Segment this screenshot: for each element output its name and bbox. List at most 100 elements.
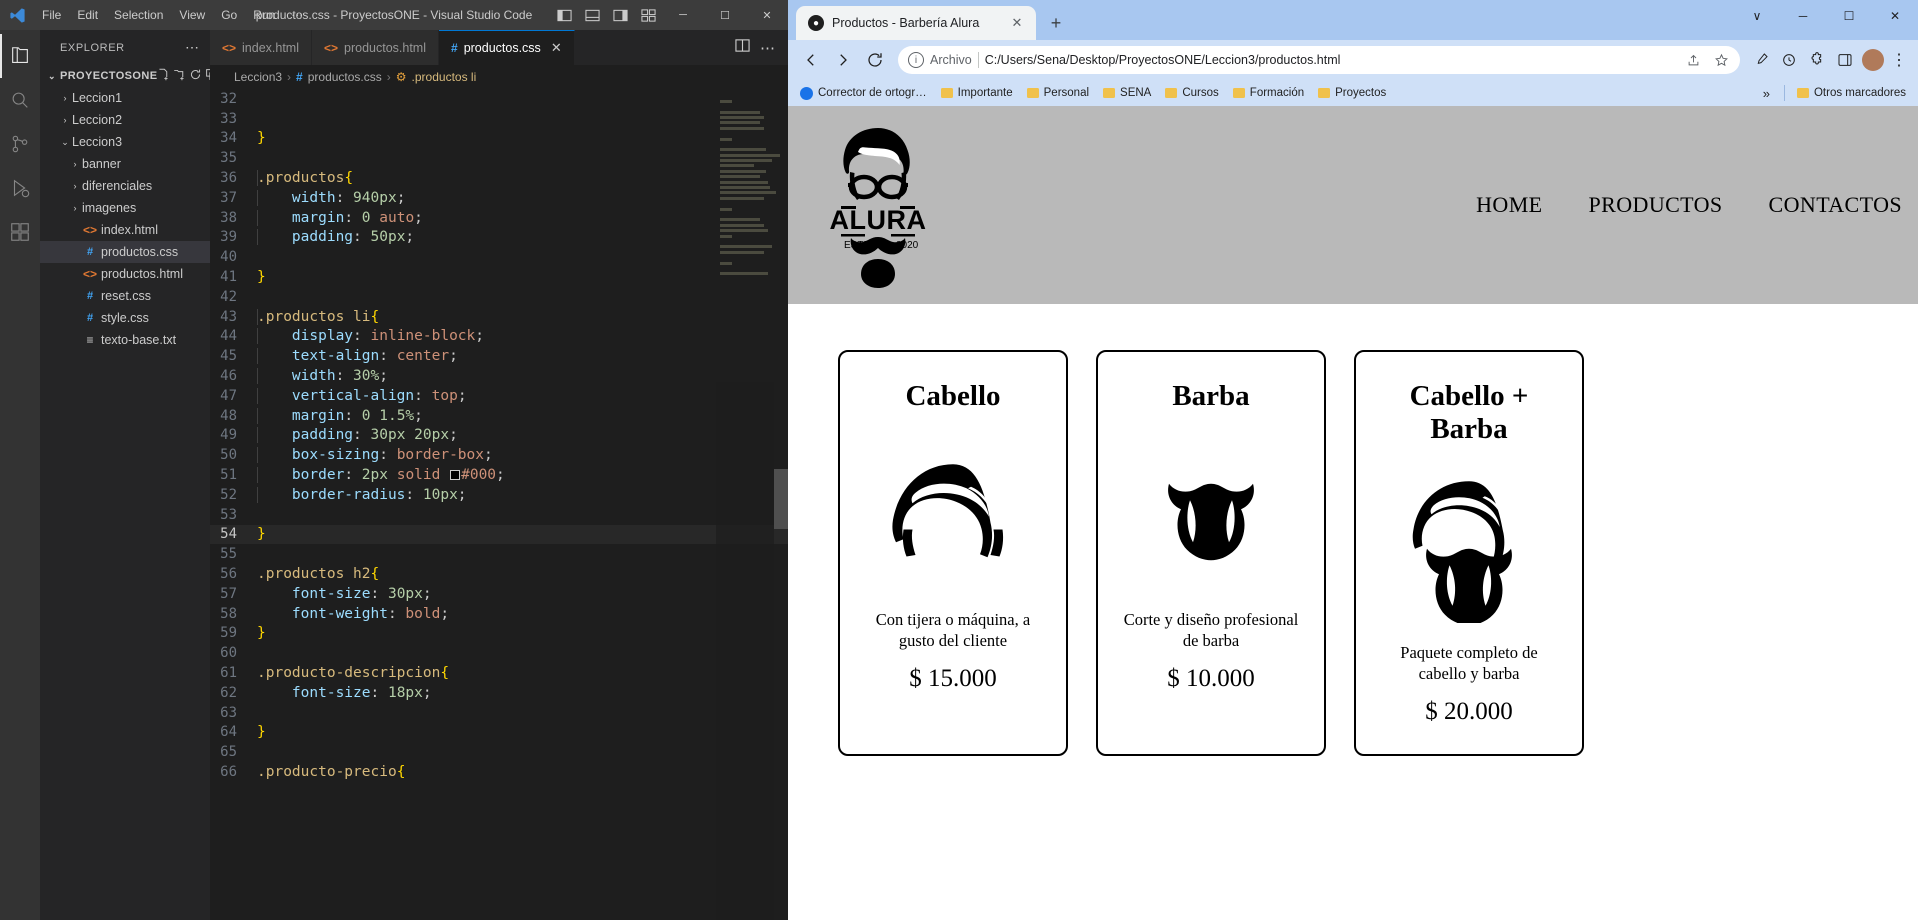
close-tab-icon[interactable]: ✕ — [551, 40, 562, 56]
chrome-close-button[interactable]: ✕ — [1872, 0, 1918, 32]
code-line-60[interactable]: 60 — [210, 643, 788, 663]
code-line-48[interactable]: 48 margin: 0 1.5%; — [210, 406, 788, 426]
menu-more[interactable]: ⋯ — [283, 4, 311, 26]
tree-item-style-css[interactable]: # style.css — [40, 307, 210, 329]
chrome-minimize-button[interactable]: ─ — [1780, 0, 1826, 32]
activity-run-debug-icon[interactable] — [0, 166, 40, 210]
bookmark-formaci-n[interactable]: Formación — [1227, 85, 1310, 101]
code-line-36[interactable]: 36 .productos{ — [210, 168, 788, 188]
code-line-34[interactable]: 34} — [210, 129, 788, 149]
bookmark-importante[interactable]: Importante — [935, 85, 1019, 101]
explorer-more-icon[interactable]: ⋯ — [185, 39, 200, 56]
editor-tab-index-html[interactable]: <> index.html — [210, 30, 312, 65]
code-line-40[interactable]: 40 — [210, 247, 788, 267]
bookmark-personal[interactable]: Personal — [1021, 85, 1095, 101]
product-card[interactable]: Cabello + Barba Paquete completo de cabel… — [1354, 350, 1584, 757]
back-icon[interactable] — [796, 45, 826, 75]
tree-item-leccion1[interactable]: › Leccion1 — [40, 87, 210, 109]
code-line-42[interactable]: 42 — [210, 287, 788, 307]
code-line-61[interactable]: 61 .producto-descripcion{ — [210, 663, 788, 683]
avatar[interactable] — [1860, 47, 1886, 73]
tree-item-texto-base-txt[interactable]: ≡ texto-base.txt — [40, 329, 210, 351]
activity-explorer-icon[interactable] — [0, 34, 40, 78]
code-line-35[interactable]: 35 — [210, 148, 788, 168]
code-line-49[interactable]: 49 padding: 30px 20px; — [210, 426, 788, 446]
chrome-maximize-button[interactable]: ☐ — [1826, 0, 1872, 32]
explorer-root-section[interactable]: ⌄ PROYECTOSONE — [40, 65, 218, 87]
reload-icon[interactable] — [860, 45, 890, 75]
tree-item-reset-css[interactable]: # reset.css — [40, 285, 210, 307]
activity-source-control-icon[interactable] — [0, 122, 40, 166]
customize-layout-icon[interactable] — [634, 0, 662, 30]
code-line-38[interactable]: 38 margin: 0 auto; — [210, 208, 788, 228]
code-line-44[interactable]: 44 display: inline-block; — [210, 327, 788, 347]
chrome-menu-icon[interactable]: ⋮ — [1888, 50, 1910, 70]
extensions-puzzle-icon[interactable] — [1804, 47, 1830, 73]
product-card[interactable]: Barba Corte y diseño profesional de barba… — [1096, 350, 1326, 757]
code-line-51[interactable]: 51 border: 2px solid #000; — [210, 465, 788, 485]
code-line-65[interactable]: 65 — [210, 742, 788, 762]
editor-more-icon[interactable]: ⋯ — [760, 39, 776, 57]
vscode-minimize-button[interactable]: ─ — [662, 0, 704, 30]
bookmark-otros-marcadores[interactable]: Otros marcadores — [1791, 85, 1912, 101]
vscode-close-button[interactable]: ✕ — [746, 0, 788, 30]
close-tab-icon[interactable]: ✕ — [1008, 15, 1026, 31]
code-line-47[interactable]: 47 vertical-align: top; — [210, 386, 788, 406]
site-info-icon[interactable]: i — [908, 52, 924, 68]
tree-item-imagenes[interactable]: › imagenes — [40, 197, 210, 219]
menu-go[interactable]: Go — [213, 4, 245, 26]
tree-item-productos-css[interactable]: # productos.css — [40, 241, 210, 263]
toggle-primary-sidebar-icon[interactable] — [550, 0, 578, 30]
bookmarks-overflow-icon[interactable]: » — [1755, 86, 1778, 101]
menu-edit[interactable]: Edit — [69, 4, 106, 26]
browser-tab[interactable]: ● Productos - Barbería Alura ✕ — [796, 6, 1036, 40]
code-line-53[interactable]: 53 — [210, 505, 788, 525]
share-icon[interactable] — [1682, 53, 1704, 68]
code-line-62[interactable]: 62 font-size: 18px; — [210, 683, 788, 703]
activity-search-icon[interactable] — [0, 78, 40, 122]
tree-item-leccion3[interactable]: ⌄ Leccion3 — [40, 131, 210, 153]
tree-item-banner[interactable]: › banner — [40, 153, 210, 175]
bookmark-cursos[interactable]: Cursos — [1159, 85, 1224, 101]
breadcrumb-folder[interactable]: Leccion3 — [234, 70, 282, 84]
new-file-icon[interactable] — [157, 68, 170, 84]
editor-tab-productos-css[interactable]: # productos.css ✕ — [439, 30, 575, 65]
code-line-56[interactable]: 56 .productos h2{ — [210, 564, 788, 584]
code-line-45[interactable]: 45 text-align: center; — [210, 346, 788, 366]
nav-item-home[interactable]: HOME — [1476, 192, 1542, 218]
code-line-37[interactable]: 37 width: 940px; — [210, 188, 788, 208]
editor-scrollbar[interactable] — [774, 89, 788, 920]
split-editor-icon[interactable] — [735, 38, 750, 58]
code-line-46[interactable]: 46 width: 30%; — [210, 366, 788, 386]
bookmark-proyectos[interactable]: Proyectos — [1312, 85, 1392, 101]
code-line-33[interactable]: 33 — [210, 109, 788, 129]
code-line-32[interactable]: 32 — [210, 89, 788, 109]
code-line-59[interactable]: 59} — [210, 624, 788, 644]
eyedropper-icon[interactable] — [1748, 47, 1774, 73]
code-line-64[interactable]: 64} — [210, 723, 788, 743]
scrollbar-thumb[interactable] — [774, 469, 788, 529]
code-line-66[interactable]: 66 .producto-precio{ — [210, 762, 788, 782]
tree-item-index-html[interactable]: <> index.html — [40, 219, 210, 241]
bookmark-star-icon[interactable] — [1710, 53, 1732, 68]
code-line-41[interactable]: 41} — [210, 267, 788, 287]
history-clock-icon[interactable] — [1776, 47, 1802, 73]
new-tab-button[interactable]: + — [1042, 9, 1070, 37]
tree-item-diferenciales[interactable]: › diferenciales — [40, 175, 210, 197]
side-panel-icon[interactable] — [1832, 47, 1858, 73]
chrome-tab-search-button[interactable]: ∨ — [1734, 0, 1780, 32]
product-card[interactable]: Cabello Con tijera o máquina, a gusto del… — [838, 350, 1068, 757]
new-folder-icon[interactable] — [173, 68, 186, 84]
toggle-panel-icon[interactable] — [578, 0, 606, 30]
code-line-63[interactable]: 63 — [210, 703, 788, 723]
tree-item-leccion2[interactable]: › Leccion2 — [40, 109, 210, 131]
activity-extensions-icon[interactable] — [0, 210, 40, 254]
address-bar[interactable]: i Archivo C:/Users/Sena/Desktop/Proyecto… — [898, 46, 1740, 74]
code-line-57[interactable]: 57 font-size: 30px; — [210, 584, 788, 604]
bookmark-corrector-de-ortogr-[interactable]: Corrector de ortogr… — [794, 85, 933, 102]
code-line-55[interactable]: 55 — [210, 544, 788, 564]
code-editor[interactable]: 32 33 34} 35 36 .productos{37 width: 940px; 38… — [210, 89, 788, 920]
code-line-43[interactable]: 43 .productos li{ — [210, 307, 788, 327]
code-line-39[interactable]: 39 padding: 50px; — [210, 228, 788, 248]
breadcrumb-symbol[interactable]: .productos li — [412, 70, 477, 84]
